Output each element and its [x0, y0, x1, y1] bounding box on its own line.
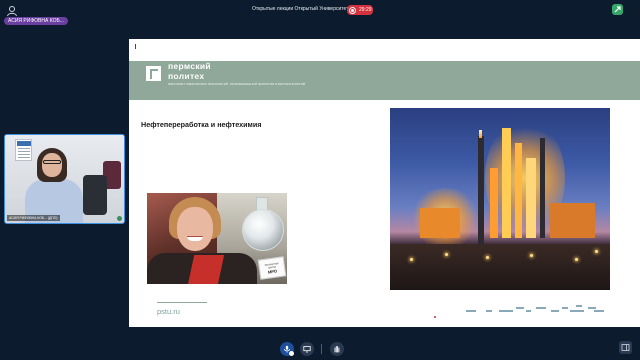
- chair-shape: [83, 175, 107, 215]
- ornament-dash: [551, 310, 559, 312]
- recording-time: 29:29: [359, 7, 372, 13]
- connection-quality-icon[interactable]: [612, 4, 623, 15]
- site-url[interactable]: pstu.ru: [157, 307, 180, 316]
- lamp: [530, 254, 533, 257]
- lit-unit: [550, 203, 595, 238]
- pstu-logo-icon: [146, 66, 161, 81]
- side-panel-icon: [621, 344, 630, 351]
- lit-column: [526, 158, 536, 238]
- footer-ornament: [466, 305, 606, 317]
- conference-title: Открытые лекции Открытый Университет: [252, 6, 349, 12]
- lamp: [486, 256, 489, 259]
- calendar-grid: [18, 148, 30, 160]
- slide-title: Нефтепереработка и нефтехимия: [141, 120, 262, 129]
- lamp: [410, 258, 413, 261]
- ornament-dash: [536, 307, 546, 309]
- microphone-status-icon: [117, 216, 122, 221]
- raise-hand-button[interactable]: [330, 342, 344, 356]
- screen-share-button[interactable]: [300, 342, 314, 356]
- ground: [390, 244, 610, 290]
- screen-share-icon: [303, 346, 311, 353]
- ornament-dash: [486, 310, 492, 312]
- recording-indicator: 29:29: [347, 5, 373, 15]
- ornament-dash: [499, 310, 513, 312]
- ornament-dash: [576, 305, 582, 307]
- control-bar: [0, 338, 640, 360]
- smile-shape: [187, 236, 203, 241]
- ornament-dash: [570, 310, 584, 312]
- ornament-dash: [466, 310, 476, 312]
- ornament-dash: [594, 310, 604, 312]
- mic-status-dot: [289, 351, 294, 356]
- record-icon: [350, 7, 355, 13]
- faculty-name: ФАКУЛЬТЕТ ХИМИЧЕСКИХ ТЕХНОЛОГИЙ, ПРОМЫШЛ…: [168, 82, 306, 86]
- lamp: [575, 258, 578, 261]
- presentation-slide: пермский политех ФАКУЛЬТЕТ ХИМИЧЕСКИХ ТЕ…: [129, 39, 640, 327]
- user-icon[interactable]: [6, 4, 18, 17]
- flare: [479, 130, 482, 138]
- footer-line: [157, 302, 207, 303]
- lit-unit: [420, 208, 460, 238]
- card-title: МРО: [267, 268, 278, 275]
- ornament-dash: [562, 307, 568, 309]
- slide-header-banner: пермский политех ФАКУЛЬТЕТ ХИМИЧЕСКИХ ТЕ…: [129, 61, 640, 100]
- raise-hand-icon: [334, 346, 340, 353]
- control-divider: [321, 344, 322, 354]
- participant-video-tile[interactable]: АСИЯ РИФОВНА КОБ... (ДПО): [4, 134, 125, 224]
- chimney: [540, 138, 545, 238]
- side-panel-button[interactable]: [619, 341, 632, 354]
- face-shape: [177, 207, 213, 251]
- ornament-dash: [516, 307, 524, 309]
- lamp: [445, 253, 448, 256]
- flask-icon: [242, 209, 284, 251]
- face-shape: [42, 153, 62, 177]
- laser-pointer-dot: [434, 316, 436, 318]
- ornament-dash: [588, 307, 596, 309]
- lit-column: [490, 168, 498, 238]
- jacket-stripe: [187, 255, 225, 284]
- presenter-badge[interactable]: АСИЯ РИФОВНА КОБ...: [4, 17, 68, 25]
- wall-calendar: [15, 139, 32, 161]
- slide-cursor: [135, 44, 136, 49]
- lit-column: [502, 128, 511, 238]
- lamp: [595, 250, 598, 253]
- top-bar: АСИЯ РИФОВНА КОБ... Открытые лекции Откр…: [0, 0, 640, 25]
- chimney: [478, 136, 484, 246]
- participant-name: АСИЯ РИФОВНА КОБ... (ДПО): [7, 215, 60, 221]
- ornament-dash: [526, 310, 531, 312]
- logo-name: пермский политех: [168, 61, 211, 81]
- student-photo: Экспертная группа МРО: [147, 193, 287, 284]
- lit-column: [515, 143, 522, 238]
- refinery-photo: [390, 108, 610, 290]
- glasses-shape: [43, 160, 61, 164]
- name-card: Экспертная группа МРО: [257, 256, 287, 280]
